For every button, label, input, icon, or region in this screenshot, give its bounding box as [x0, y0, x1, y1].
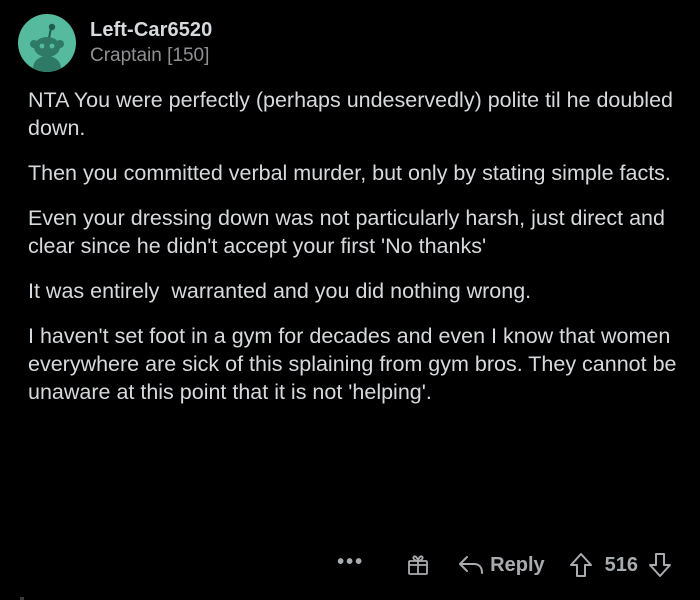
comment-header: Left-Car6520 Craptain [150]	[18, 14, 212, 72]
more-options-icon[interactable]: •••	[337, 552, 364, 572]
snoo-avatar-icon[interactable]	[18, 14, 76, 72]
comment-card: Left-Car6520 Craptain [150] NTA You were…	[0, 0, 700, 600]
vote-score: 516	[604, 553, 638, 576]
downvote-arrow-icon[interactable]	[648, 552, 672, 578]
comment-paragraph: NTA You were perfectly (perhaps undeserv…	[28, 88, 679, 140]
reply-label: Reply	[490, 553, 545, 576]
reply-button[interactable]: Reply	[458, 553, 545, 577]
comment-paragraph: Then you committed verbal murder, but on…	[28, 161, 671, 185]
comment-actions-bar: ••• Reply 516	[337, 548, 672, 582]
comment-paragraph: I haven't set foot in a gym for decades …	[28, 324, 683, 404]
author-username[interactable]: Left-Car6520	[90, 19, 212, 42]
comment-paragraph: It was entirely warranted and you did no…	[28, 279, 532, 303]
vote-controls: 516	[569, 552, 672, 578]
user-flair: Craptain [150]	[90, 45, 210, 67]
upvote-arrow-icon[interactable]	[569, 552, 593, 578]
gift-award-icon[interactable]	[406, 553, 430, 577]
comment-body: NTA You were perfectly (perhaps undeserv…	[28, 86, 678, 423]
comment-paragraph: Even your dressing down was not particul…	[28, 206, 671, 258]
reply-arrow-icon	[459, 556, 484, 574]
user-meta: Left-Car6520 Craptain [150]	[90, 19, 212, 67]
